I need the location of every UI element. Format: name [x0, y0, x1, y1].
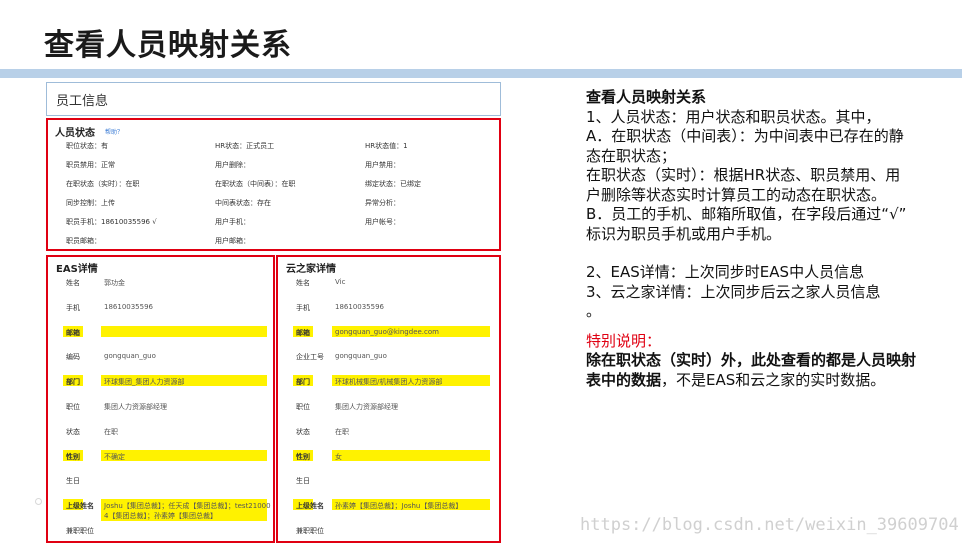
detail-label: 邮箱: [296, 328, 310, 337]
note-line: 态在职状态；: [586, 146, 677, 165]
status-cell: 绑定状态：已绑定: [365, 180, 421, 188]
special-note-bold: 除在职状态（实时）外，此处查看的都是人员映射: [586, 351, 917, 369]
note-line: 标识为职员手机或用户手机。: [586, 224, 782, 243]
notes-block: 查看人员映射关系 1、人员状态：用户状态和职员状态。其中， A．在职状态（中间表…: [586, 88, 956, 390]
slide-title: 查看人员映射关系: [44, 28, 292, 63]
status-cell: 在职状态（中间表）：在职: [215, 180, 296, 188]
detail-label: 编码: [66, 353, 80, 362]
status-cell: 用户帐号：: [365, 218, 400, 226]
detail-value: 环球机械集团/机械集团人力资源部: [335, 378, 443, 387]
detail-value: 孙素婷【集团总裁】；Joshu【集团总裁】: [335, 502, 463, 511]
detail-label: 姓名: [296, 279, 310, 287]
status-section-title: 人员状态: [55, 128, 95, 139]
status-cell: HR状态：正式员工: [215, 142, 275, 150]
detail-value: 女: [335, 452, 342, 461]
detail-label: 性别: [296, 452, 310, 461]
detail-label: 性别: [66, 452, 80, 461]
note-line: B．员工的手机、邮箱所取值，在字段后通过“√”: [586, 205, 907, 223]
yunzhijia-details-box: 云之家详情 姓名 Vic 手机 18610035596 邮箱 gongquan_guo@k…: [276, 255, 501, 543]
detail-value: 集团人力资源部经理: [104, 403, 167, 411]
status-cell: 职员邮箱：: [66, 237, 101, 245]
special-note-bold-tail: 表中的数据: [586, 370, 662, 389]
status-cell: 用户删除：: [215, 161, 250, 169]
note-line: A．在职状态（中间表）：为中间表中已存在的静: [586, 127, 904, 145]
note-line: 户删除等状态实时计算员工的动态在职状态。: [586, 185, 887, 204]
special-note-title: 特别说明：: [586, 331, 662, 350]
detail-label: 邮箱: [66, 328, 80, 337]
status-cell: 异常分析：: [365, 199, 400, 207]
detail-value: Vic: [335, 278, 346, 286]
detail-value: 18610035596: [104, 302, 153, 311]
personnel-status-box: 人员状态 帮助？ 职位状态：有 HR状态：正式员工 HR状态值：1 职员禁用：正常 用户…: [46, 118, 501, 251]
eas-details-box: EAS详情 姓名 郭功金手机 18610035596 邮箱编码 gongquan_guo…: [46, 255, 275, 543]
detail-value: 在职: [104, 427, 118, 436]
notes-title: 查看人员映射关系: [586, 88, 707, 106]
title-divider-bar: [0, 69, 962, 78]
detail-label: 企业工号: [296, 353, 324, 362]
detail-label: 部门: [66, 378, 80, 387]
detail-value: 4【集团总裁】；孙素婷【集团总裁】: [104, 512, 217, 521]
note-line: 。: [586, 302, 602, 320]
status-cell: 用户邮箱：: [215, 237, 250, 245]
highlight-bar: [101, 449, 267, 461]
detail-value: gongquan_guo: [335, 352, 387, 361]
status-cell: 在职状态（实时）：在职: [66, 180, 140, 188]
detail-value: 集团人力资源部经理: [335, 403, 398, 411]
detail-label: 生日: [66, 477, 80, 486]
note-line: 1、人员状态：用户状态和职员状态。其中，: [586, 107, 881, 126]
note-line: 2、EAS详情：上次同步时EAS中人员信息: [586, 263, 865, 281]
detail-label: 生日: [296, 477, 310, 486]
status-cell: 用户禁用：: [365, 161, 400, 169]
status-cell: 用户手机：: [215, 218, 250, 226]
detail-value: Joshu【集团总裁】；任天成【集团总裁】；test21000: [104, 502, 271, 511]
detail-label: 兼职职位: [66, 527, 94, 535]
detail-label: 手机: [66, 303, 80, 312]
detail-value: 环球集团_集团人力资源部: [104, 378, 185, 387]
detail-label: 职位: [66, 403, 80, 411]
status-cell: 职员禁用：正常: [66, 161, 115, 169]
detail-label: 兼职职位: [296, 527, 324, 535]
detail-label: 状态: [296, 427, 310, 436]
note-line: 在职状态（实时）：根据HR状态、职员禁用、用: [586, 166, 901, 184]
detail-value: 郭功金: [104, 279, 125, 287]
detail-label: 部门: [296, 378, 310, 387]
detail-value: 不确定: [104, 452, 125, 461]
detail-label: 状态: [66, 427, 80, 436]
yunzhijia-section-title: 云之家详情: [286, 264, 336, 275]
detail-value: gongquan_guo@kingdee.com: [335, 327, 439, 336]
help-link[interactable]: 帮助？: [105, 127, 123, 136]
detail-value: 18610035596: [335, 302, 384, 311]
highlight-bar: [101, 325, 267, 337]
employee-info-panel: 员工信息: [46, 82, 501, 116]
status-cell: 同步控制：上传: [66, 199, 115, 207]
detail-label: 手机: [296, 303, 310, 312]
detail-label: 姓名: [66, 279, 80, 287]
panel-title: 员工信息: [56, 94, 109, 109]
watermark-text: https://blog.csdn.net/weixin_39609704: [580, 515, 959, 535]
detail-label: 职位: [296, 403, 310, 411]
detail-value: 在职: [335, 427, 349, 436]
highlight-bar: [332, 449, 490, 461]
note-line: 3、云之家详情：上次同步后云之家人员信息: [586, 282, 881, 301]
status-cell: 职员手机：18610035596 √: [66, 218, 157, 226]
status-cell: 中间表状态：存在: [215, 199, 271, 207]
detail-value: gongquan_guo: [104, 352, 156, 361]
status-cell: HR状态值：1: [365, 142, 408, 150]
special-note-line: 表中的数据，不是EAS和云之家的实时数据。: [586, 371, 956, 391]
status-cell: 职位状态：有: [66, 142, 108, 150]
special-note-rest: ，不是EAS和云之家的实时数据。: [661, 370, 886, 389]
circle-mark: [35, 498, 42, 505]
detail-label: 上级姓名: [66, 502, 94, 511]
eas-section-title: EAS详情: [56, 264, 98, 275]
detail-label: 上级姓名: [296, 502, 324, 511]
